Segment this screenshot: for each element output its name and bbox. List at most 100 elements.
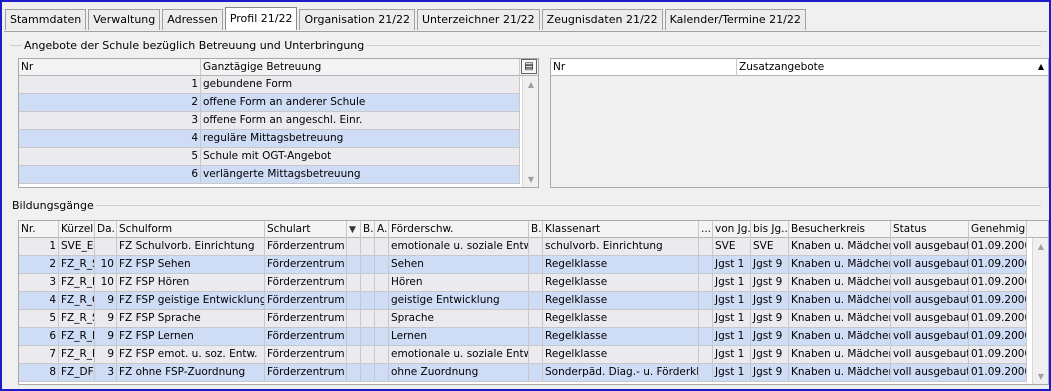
tab-profil[interactable]: Profil 21/22 — [224, 7, 298, 30]
bg-header-bis-jg[interactable]: bis Jg... — [751, 221, 789, 238]
bg-cell-nr: 1 — [19, 238, 59, 256]
tab-zeugnisdaten[interactable]: Zeugnisdaten 21/22 — [541, 9, 663, 30]
tab-verwaltung[interactable]: Verwaltung — [88, 9, 161, 30]
bg-cell-dauer: 9 — [95, 310, 117, 328]
tab-divider — [4, 31, 1047, 32]
bg-cell-foerderschwerpunkt: Sehen — [389, 256, 529, 274]
angebote-group-title: Angebote der Schule bezüglich Betreuung … — [22, 39, 367, 52]
bg-cell-klassenart: schulvorb. Einrichtung — [543, 238, 699, 256]
bg-cell-von-jg: Jgst 1 — [713, 364, 751, 382]
bg-cell-schulart: Förderzentrum — [265, 310, 347, 328]
tab-unterzeichner[interactable]: Unterzeichner 21/22 — [416, 9, 540, 30]
bg-header-klassenart[interactable]: Klassenart — [543, 221, 699, 238]
bildungsgang-row[interactable]: 5FZ_R_SR9FZ FSP SpracheFörderzentrum Spra… — [19, 310, 1027, 328]
bg-cell-b2 — [529, 328, 543, 346]
betreuung-header-nr[interactable]: Nr — [19, 59, 201, 76]
betreuung-row[interactable]: 2 offene Form an anderer Schule — [19, 94, 520, 112]
betreuung-scrollbar[interactable]: ▲ ▼ — [522, 76, 538, 187]
bg-header-schulform[interactable]: Schulform — [117, 221, 265, 238]
bg-cell-kuerzel: FZ_R_ESE — [59, 346, 95, 364]
betreuung-row[interactable]: 4 reguläre Mittagsbetreuung — [19, 130, 520, 148]
bg-cell-bis-jg: Jgst 9 — [751, 256, 789, 274]
zusatz-header-label: Zusatzangebote — [739, 61, 825, 73]
bildungsgang-row[interactable]: 4FZ_R_GE9FZ FSP geistige EntwicklungFörd… — [19, 292, 1027, 310]
column-chooser-icon[interactable]: ▤ — [521, 59, 537, 74]
bg-header-filter[interactable]: ▼ — [347, 221, 361, 238]
bg-cell-status: voll ausgebaut — [891, 364, 969, 382]
betreuung-header-betreuung[interactable]: Ganztägige Betreuung — [201, 59, 520, 76]
scroll-up-icon[interactable]: ▲ — [1033, 238, 1048, 255]
bg-cell-klassenart: Regelklasse — [543, 274, 699, 292]
bg-cell-nr: 7 — [19, 346, 59, 364]
bg-header-status[interactable]: Status — [891, 221, 969, 238]
betreuung-grid-header: Nr Ganztägige Betreuung — [19, 59, 538, 76]
bg-header-schulart[interactable]: Schulart — [265, 221, 347, 238]
bg-cell-besucherkreis: Knaben u. Mädchen — [789, 346, 891, 364]
bg-cell-genehmigung: 01.09.2000 — [969, 238, 1027, 256]
scroll-up-icon[interactable]: ▲ — [523, 76, 538, 93]
bg-cell-bis-jg: Jgst 9 — [751, 310, 789, 328]
bg-cell-a — [375, 328, 389, 346]
bg-header-nr[interactable]: Nr. — [19, 221, 59, 238]
tab-organisation[interactable]: Organisation 21/22 — [299, 9, 415, 30]
bg-cell-schulform: FZ FSP Lernen — [117, 328, 265, 346]
bg-cell-status: voll ausgebaut — [891, 292, 969, 310]
bildungsgang-row[interactable]: 2FZ_R_SE10FZ FSP SehenFörderzentrum Sehen… — [19, 256, 1027, 274]
bg-cell-a — [375, 238, 389, 256]
bg-header-besucherkreis[interactable]: Besucherkreis — [789, 221, 891, 238]
filter-icon[interactable]: ▼ — [349, 225, 356, 235]
bildungsgang-row[interactable]: 8FZ_DFK3FZ ohne FSP-ZuordnungFörderzentr… — [19, 364, 1027, 382]
bg-cell-bis-jg: Jgst 9 — [751, 328, 789, 346]
bg-cell-von-jg: Jgst 1 — [713, 310, 751, 328]
betreuung-row[interactable]: 6 verlängerte Mittagsbetreuung — [19, 166, 520, 184]
betreuung-row[interactable]: 1 gebundene Form — [19, 76, 520, 94]
bg-cell-status: voll ausgebaut — [891, 346, 969, 364]
bg-cell-b2 — [529, 346, 543, 364]
bg-header-a[interactable]: A... — [375, 221, 389, 238]
bg-cell-foerderschwerpunkt: geistige Entwicklung — [389, 292, 529, 310]
bg-header-b1[interactable]: B... — [361, 221, 375, 238]
tab-bar: Stammdaten Verwaltung Adressen Profil 21… — [5, 7, 808, 31]
bg-cell-filter — [347, 310, 361, 328]
bg-cell-von-jg: Jgst 1 — [713, 292, 751, 310]
betreuung-row[interactable]: 5 Schule mit OGT-Angebot — [19, 148, 520, 166]
bildungsgang-row[interactable]: 3FZ_R_H10FZ FSP HörenFörderzentrum Hören R… — [19, 274, 1027, 292]
bg-cell-von-jg: Jgst 1 — [713, 256, 751, 274]
scroll-down-icon[interactable]: ▼ — [523, 171, 538, 187]
zusatz-header-zusatzangebote[interactable]: Zusatzangebote ▲ — [737, 59, 1048, 76]
bg-cell-schulart: Förderzentrum — [265, 256, 347, 274]
bg-cell-klassenart: Regelklasse — [543, 256, 699, 274]
bg-header-b2[interactable]: B... — [529, 221, 543, 238]
bildungsgang-row[interactable]: 6FZ_R_LE9FZ FSP LernenFörderzentrum Lerne… — [19, 328, 1027, 346]
bg-cell-dauer: 10 — [95, 274, 117, 292]
bg-cell-foerderschwerpunkt: emotionale u. soziale Entw. — [389, 238, 529, 256]
bg-header-von-jg[interactable]: von Jg... — [713, 221, 751, 238]
bildungsgang-row[interactable]: 1SVE_ESE FZ Schulvorb. EinrichtungFörderz… — [19, 238, 1027, 256]
bg-header-dots[interactable]: ... — [699, 221, 713, 238]
sort-ascending-icon: ▲ — [1037, 62, 1044, 71]
bg-cell-dots — [699, 274, 713, 292]
bg-header-dauer[interactable]: Da... — [95, 221, 117, 238]
scroll-down-icon[interactable]: ▼ — [1033, 368, 1048, 384]
betreuung-row[interactable]: 3 offene Form an angeschl. Einr. — [19, 112, 520, 130]
betreuung-cell-betreuung: gebundene Form — [201, 76, 520, 94]
bildungsgang-row[interactable]: 7FZ_R_ESE9FZ FSP emot. u. soz. Entw.Förd… — [19, 346, 1027, 364]
bg-cell-filter — [347, 256, 361, 274]
bg-cell-genehmigung: 01.09.2000 — [969, 346, 1027, 364]
bg-cell-von-jg: Jgst 1 — [713, 328, 751, 346]
bg-cell-status: voll ausgebaut — [891, 238, 969, 256]
bg-header-kuerzel[interactable]: Kürzel — [59, 221, 95, 238]
bg-cell-b1 — [361, 238, 375, 256]
zusatz-header-nr[interactable]: Nr — [551, 59, 737, 76]
tab-kalender[interactable]: Kalender/Termine 21/22 — [664, 9, 806, 30]
bg-cell-dots — [699, 364, 713, 382]
bg-header-foerderschwerpunkt[interactable]: Förderschw. — [389, 221, 529, 238]
tab-stammdaten[interactable]: Stammdaten — [5, 9, 87, 30]
betreuung-cell-betreuung: reguläre Mittagsbetreuung — [201, 130, 520, 148]
bg-cell-nr: 6 — [19, 328, 59, 346]
bg-header-genehmigung[interactable]: Genehmig... — [969, 221, 1027, 238]
bg-cell-genehmigung: 01.09.2000 — [969, 256, 1027, 274]
bildungsgaenge-grid-header: Nr.KürzelDa...SchulformSchulart▼B...A...… — [19, 221, 1048, 238]
tab-adressen[interactable]: Adressen — [162, 9, 223, 30]
bildungsgaenge-scrollbar[interactable]: ▲ ▼ — [1032, 238, 1048, 384]
